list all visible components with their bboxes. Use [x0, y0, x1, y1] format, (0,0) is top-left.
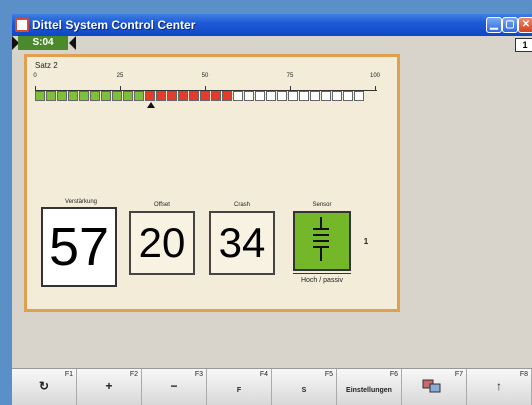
bar-segment	[46, 91, 56, 101]
bar-segment	[57, 91, 67, 101]
bar-segment	[310, 91, 320, 101]
verstaerkung-value: 57	[41, 207, 117, 287]
window-title: Dittel System Control Center	[32, 18, 196, 32]
bar-segment	[200, 91, 210, 101]
sensor-caption: Hoch / passiv	[300, 277, 344, 284]
bar-segment	[35, 91, 45, 101]
function-key-bar: F1 ↻ F2 + F3 − F4 F F5 S F6 Einstellunge…	[12, 368, 532, 405]
bar-segment	[189, 91, 199, 101]
crash-value: 34	[209, 211, 275, 275]
bar-segment	[343, 91, 353, 101]
minus-icon: −	[170, 379, 178, 393]
f2-key[interactable]: F2 +	[77, 369, 142, 405]
f1-label: F1	[64, 371, 73, 378]
bar-segment	[277, 91, 287, 101]
bar-segment	[178, 91, 188, 101]
bar-segment	[123, 91, 133, 101]
bar-segment	[145, 91, 155, 101]
f7-label: F7	[454, 371, 463, 378]
bar-segment	[255, 91, 265, 101]
screen-icon	[422, 379, 441, 393]
sensor-icon	[313, 217, 329, 261]
plus-icon: +	[105, 379, 113, 393]
bar-segment	[134, 91, 144, 101]
f4-label: F4	[259, 371, 268, 378]
position-marker-icon	[146, 102, 155, 108]
bar-segment	[222, 91, 232, 101]
f8-label: F8	[519, 371, 528, 378]
verstaerkung-label: Verstärkung	[64, 199, 98, 205]
f4-key[interactable]: F4 F	[207, 369, 272, 405]
sensor-label: Sensor	[312, 202, 332, 208]
bar-segment	[332, 91, 342, 101]
bar-segment	[233, 91, 243, 101]
level-bar	[35, 91, 365, 101]
bar-segment	[156, 91, 166, 101]
f3-key[interactable]: F3 −	[142, 369, 207, 405]
title-bar: Dittel System Control Center ▁ ▢ ✕	[12, 14, 532, 36]
up-arrow-icon: ↑	[496, 379, 502, 393]
f6-label: F6	[389, 371, 398, 378]
f5-key[interactable]: F5 S	[272, 369, 337, 405]
bar-segment	[112, 91, 122, 101]
f2-label: F2	[129, 371, 138, 378]
bar-segment	[266, 91, 276, 101]
main-panel: Satz 2 0 25 50 75 100 Verstärkung 57 Off…	[24, 54, 400, 312]
f6-key[interactable]: F6 Einstellungen	[337, 369, 402, 405]
offset-value: 20	[129, 211, 195, 275]
scale-label: 0	[33, 73, 37, 79]
f4-text: F	[236, 387, 242, 394]
bar-segment	[167, 91, 177, 101]
bar-segment	[101, 91, 111, 101]
bar-segment	[288, 91, 298, 101]
bar-segment	[321, 91, 331, 101]
bar-segment	[299, 91, 309, 101]
bar-segment	[90, 91, 100, 101]
minimize-button[interactable]: ▁	[486, 17, 502, 33]
f5-text: S	[301, 387, 307, 394]
crash-label: Crash	[233, 202, 250, 208]
scale-label: 75	[286, 73, 294, 79]
app-icon	[15, 18, 29, 32]
status-label: S:04	[18, 36, 68, 50]
bar-segment	[244, 91, 254, 101]
bar-segment	[354, 91, 364, 101]
app-window: Dittel System Control Center ▁ ▢ ✕ 1 S:0…	[12, 14, 532, 405]
refresh-icon: ↻	[38, 379, 50, 393]
divider	[293, 273, 351, 274]
offset-label: Offset	[154, 202, 170, 208]
panel-title: Satz 2	[35, 61, 58, 70]
scale-labels: 0 25 50 75 100	[33, 73, 380, 85]
f1-key[interactable]: F1 ↻	[12, 369, 77, 405]
page-badge: 1	[515, 38, 532, 52]
close-button[interactable]: ✕	[518, 17, 532, 33]
maximize-button[interactable]: ▢	[502, 17, 518, 33]
settings-text: Einstellungen	[346, 387, 392, 394]
f5-label: F5	[324, 371, 333, 378]
bar-segment	[79, 91, 89, 101]
scale-label: 25	[116, 73, 124, 79]
bar-segment	[211, 91, 221, 101]
status-right-arrow-icon	[69, 36, 76, 50]
scale-label: 50	[201, 73, 209, 79]
f3-label: F3	[194, 371, 203, 378]
bar-segment	[68, 91, 78, 101]
sensor-side-label: 1	[363, 237, 369, 246]
f7-key[interactable]: F7	[402, 369, 467, 405]
sensor-indicator	[293, 211, 351, 271]
scale-label: 100	[369, 73, 381, 79]
f8-key[interactable]: F8 ↑	[467, 369, 532, 405]
